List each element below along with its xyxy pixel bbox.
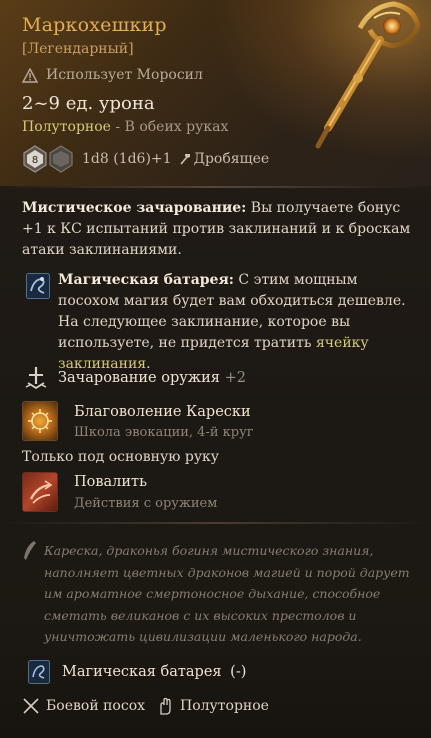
weapon-enchant-row: Зачарование оружия +2 — [58, 370, 246, 386]
tooltip-header: Маркохешкир [Легендарный] Использует Мор… — [0, 0, 431, 186]
die-value: 8 — [32, 155, 38, 166]
tag-weapon-label: Боевой посох — [46, 698, 146, 714]
arcane-battery-icon — [26, 273, 50, 299]
damage-type-label: Дробящее — [193, 151, 270, 167]
item-rarity: [Легендарный] — [22, 41, 134, 57]
hand-desc: - В обеих руках — [110, 119, 229, 135]
main-hand-only-text: Только под основную руку — [22, 449, 220, 465]
damage-type: Дробящее — [178, 151, 270, 167]
d6-die-icon — [49, 145, 73, 173]
item-tooltip: Маркохешкир [Легендарный] Использует Мор… — [0, 0, 431, 738]
damage-range: 2~9 ед. урона — [22, 93, 155, 114]
tag-weapon-type[interactable]: Боевой посох — [22, 697, 145, 715]
arcane-battery-status-icon — [28, 660, 50, 684]
sword-enchant-icon — [25, 367, 47, 390]
topple-icon — [29, 480, 53, 504]
battery-status-row: Магическая батарея (-) — [62, 664, 246, 680]
mystic-enchant-label: Мистическое зачарование: — [22, 200, 247, 216]
crossed-staff-icon — [23, 698, 39, 714]
bottom-fade — [0, 640, 431, 738]
hand-row: Полуторное - В обеих руках — [22, 119, 228, 135]
warning-text: Использует Моросил — [46, 67, 203, 83]
hammer-icon — [179, 154, 190, 165]
mystic-enchant-text: Мистическое зачарование: Вы получаете бо… — [22, 198, 417, 261]
weapon-enchant-label: Зачарование оружия — [58, 370, 220, 386]
sunburst-icon — [28, 409, 52, 433]
lore-text: Кареска, драконья богиня мистического зн… — [44, 543, 410, 644]
action-title: Повалить — [74, 474, 147, 490]
proficiency-warning: Использует Моросил — [22, 67, 203, 83]
hand-icon — [160, 697, 171, 715]
arcane-battery-text: Магическая батарея: С этим мощным посохо… — [58, 270, 418, 375]
dice-formula: 1d8 (1d6)+1 — [82, 151, 172, 167]
tag-hand-type[interactable]: Полуторное — [156, 697, 269, 715]
spell-title: Благоволение Карески — [74, 404, 251, 420]
kareska-favour-button[interactable] — [22, 401, 58, 441]
spell-subtitle: Школа эвокации, 4-й круг — [74, 425, 254, 440]
tag-hand-label: Полуторное — [180, 698, 269, 714]
quill-icon — [24, 541, 36, 560]
item-name: Маркохешкир — [22, 14, 167, 36]
action-subtitle: Действия с оружием — [74, 496, 218, 511]
weapon-enchant-value: +2 — [224, 370, 246, 386]
battery-status-value: (-) — [230, 664, 247, 680]
arcane-battery-label: Магическая батарея: — [58, 272, 234, 288]
d8-die-icon: 8 — [23, 145, 47, 173]
divider — [0, 186, 431, 188]
divider — [0, 522, 431, 524]
battery-status-label: Магическая батарея — [62, 664, 222, 680]
hand-type: Полуторное — [22, 119, 111, 135]
staff-artwork — [315, 1, 421, 149]
warning-icon — [22, 67, 38, 83]
topple-button[interactable] — [22, 472, 58, 512]
dice-row: 8 1d8 (1d6)+1 Дробящее — [22, 145, 269, 173]
